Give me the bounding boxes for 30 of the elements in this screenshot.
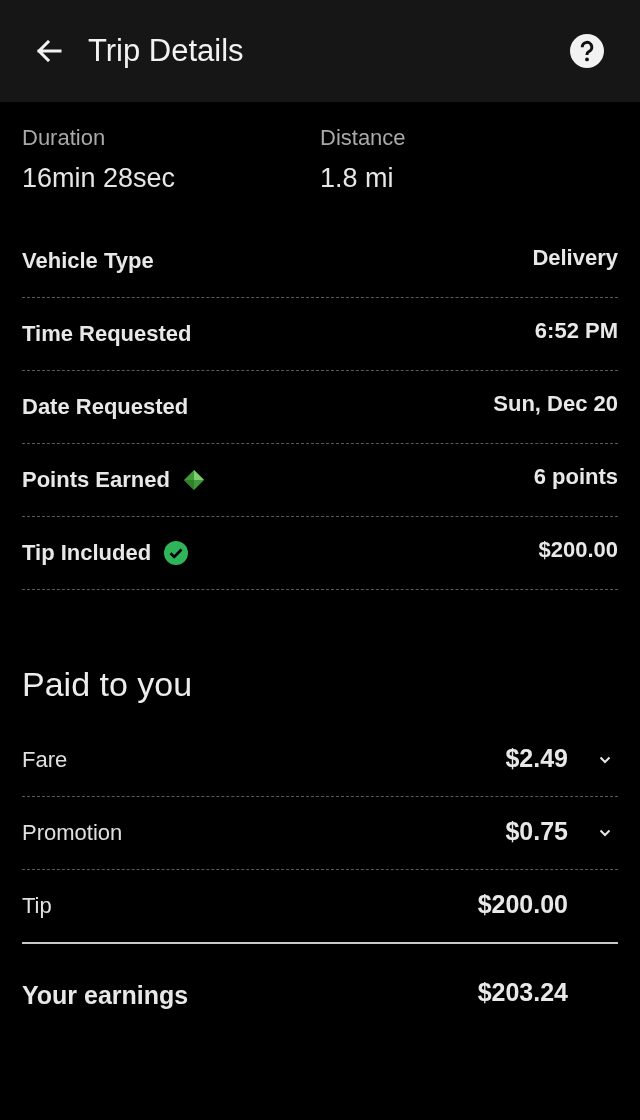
line-item-label: Promotion: [22, 819, 123, 847]
back-icon[interactable]: [36, 40, 62, 62]
stat-value: 1.8 mi: [320, 162, 394, 195]
line-item-label: Fare: [22, 746, 68, 774]
detail-label: Time Requested: [22, 320, 192, 348]
line-item-label: Tip: [22, 892, 52, 920]
diamond-icon: [183, 470, 204, 490]
detail-value: 6:52 PM: [534, 317, 618, 345]
total-amount: $203.24: [477, 977, 568, 1007]
help-icon[interactable]: [570, 34, 604, 68]
check-circle-icon: [164, 541, 189, 565]
detail-value: $200.00: [538, 536, 618, 564]
chevron-down-icon[interactable]: [599, 829, 611, 837]
detail-value: Delivery: [532, 244, 618, 272]
line-item-amount: $200.00: [477, 889, 568, 919]
stat-label: Duration: [22, 124, 106, 152]
stat-label: Distance: [320, 124, 406, 152]
detail-value: 6 points: [533, 463, 618, 491]
detail-label: Date Requested: [22, 393, 189, 421]
chevron-down-icon[interactable]: [599, 756, 611, 764]
section-title: Paid to you: [22, 664, 194, 704]
total-label: Your earnings: [22, 980, 189, 1010]
screen-title: Trip Details: [88, 32, 245, 70]
detail-label: Tip Included: [22, 539, 152, 567]
line-item-amount: $2.49: [505, 743, 568, 773]
stat-value: 16min 28sec: [22, 162, 176, 195]
detail-value: Sun, Dec 20: [493, 390, 618, 418]
detail-label: Points Earned: [22, 466, 170, 494]
detail-label: Vehicle Type: [22, 247, 154, 275]
line-item-amount: $0.75: [505, 816, 568, 846]
